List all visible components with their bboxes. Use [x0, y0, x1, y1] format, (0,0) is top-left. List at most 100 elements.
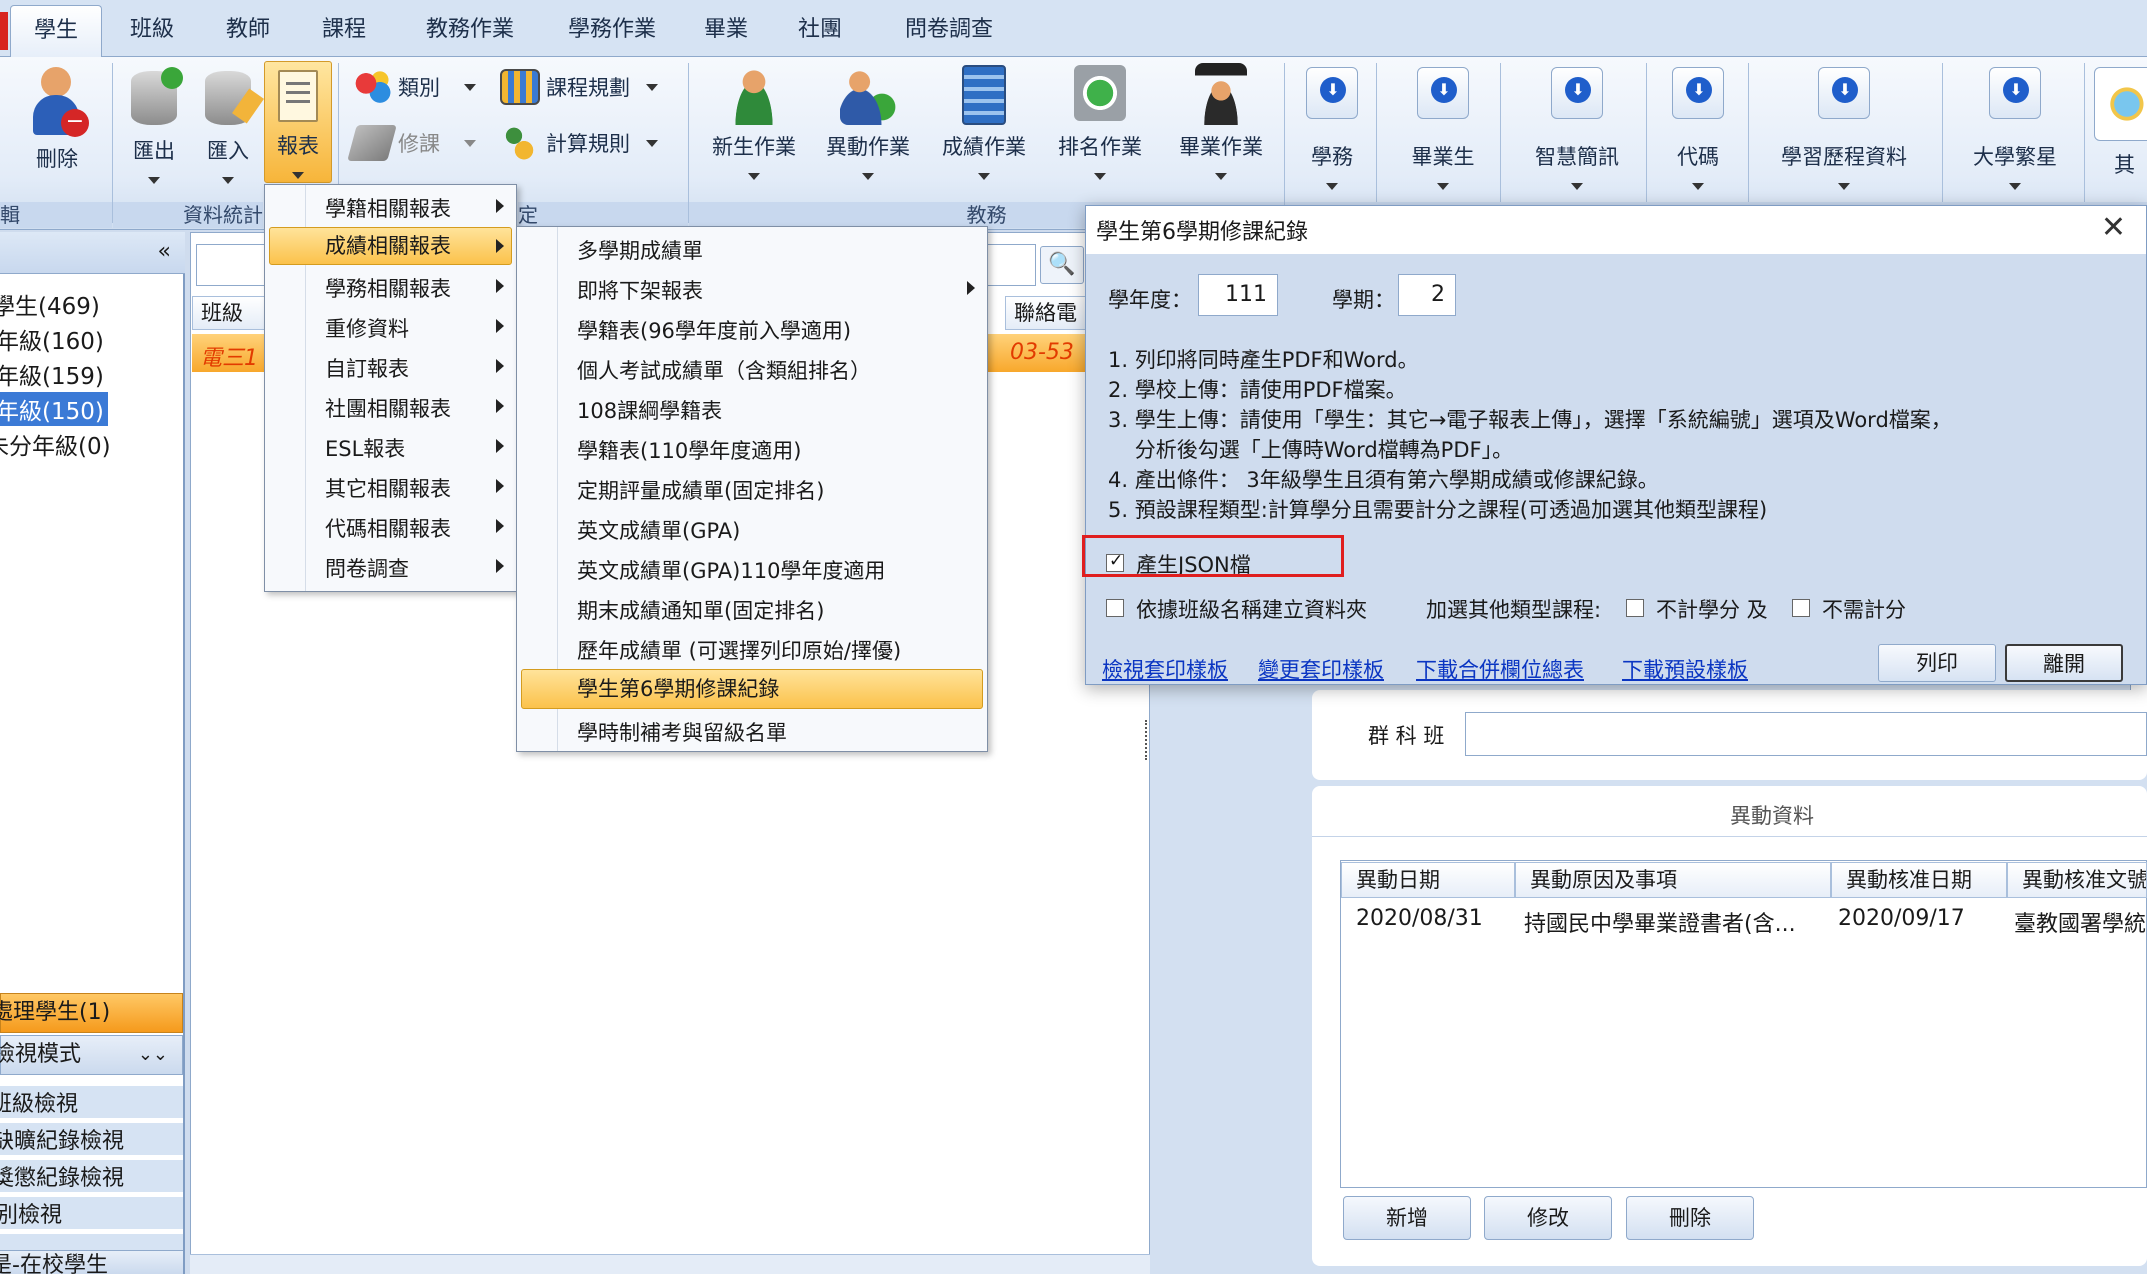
menu-item-custom-reports[interactable]: 自訂報表	[325, 353, 409, 383]
edit-button[interactable]: 修改	[1484, 1196, 1612, 1240]
menu-item-108-record[interactable]: 108課綱學籍表	[577, 395, 722, 425]
semester-input[interactable]: 2	[1398, 274, 1456, 316]
add-button[interactable]: 新增	[1343, 1196, 1471, 1240]
smart-sms-module-button[interactable]: ⬇ 智慧簡訊	[1522, 67, 1632, 195]
menu-item-code-reports[interactable]: 代碼相關報表	[325, 513, 451, 543]
folder-checkbox[interactable]	[1106, 599, 1124, 617]
tree-item-grade[interactable]: 年級(159)	[0, 357, 104, 391]
tab-academic-affairs[interactable]: 教務作業	[410, 10, 530, 50]
transfer-button[interactable]: 異動作業	[818, 65, 918, 185]
student-affairs-module-button[interactable]: ⬇ 學務	[1300, 67, 1364, 195]
chevron-down-icon	[464, 83, 476, 91]
student-status-filter[interactable]: 是-在校學生	[0, 1250, 183, 1274]
graduate-module-button[interactable]: ⬇ 畢業生	[1400, 67, 1486, 195]
edit-course-button[interactable]: 修課	[347, 125, 476, 161]
menu-item-final-notice[interactable]: 期末成績通知單(固定排名)	[577, 595, 824, 625]
splitter-handle[interactable]	[1145, 720, 1149, 760]
close-icon[interactable]: ✕	[2101, 210, 2126, 245]
tree-item-unassigned[interactable]: 未分年級(0)	[0, 427, 111, 461]
category-button[interactable]: 類別	[352, 69, 476, 105]
grid-cell-date[interactable]: 2020/08/31	[1356, 906, 1483, 931]
menu-item-english-gpa[interactable]: 英文成績單(GPA)	[577, 515, 740, 545]
menu-item-esl-reports[interactable]: ESL報表	[325, 433, 405, 463]
leave-button[interactable]: 離開	[2005, 644, 2123, 682]
report-button[interactable]: 報表	[264, 61, 332, 183]
no-score-checkbox[interactable]	[1792, 599, 1810, 617]
delete-record-button[interactable]: 刪除	[1626, 1196, 1754, 1240]
delete-button[interactable]: − 刪除	[22, 65, 92, 173]
tree-item-grade[interactable]: 年級(160)	[0, 322, 104, 356]
menu-item-affairs-reports[interactable]: 學務相關報表	[325, 273, 451, 303]
ranking-button[interactable]: 排名作業	[1050, 65, 1150, 185]
arrow-down-circle-icon: ⬇	[1306, 67, 1358, 119]
course-plan-button[interactable]: 課程規劃	[500, 69, 658, 105]
menu-item-historical-transcript[interactable]: 歷年成績單 (可選擇列印原始/擇優)	[577, 635, 901, 665]
tree-item-grade-selected[interactable]: 年級(150)	[0, 392, 108, 426]
import-button[interactable]: 匯入	[198, 71, 264, 189]
view-item-absence[interactable]: 缺曠紀錄檢視	[0, 1123, 183, 1155]
menu-item-record-pre96[interactable]: 學籍表(96學年度前入學適用)	[577, 315, 851, 345]
tab-survey[interactable]: 問卷調查	[884, 10, 1014, 50]
search-icon[interactable]: 🔍	[1040, 246, 1084, 284]
new-student-button[interactable]: 新生作業	[704, 65, 804, 185]
menu-item-retake-data[interactable]: 重修資料	[325, 313, 409, 343]
left-panel-header: «	[0, 232, 185, 274]
menu-item-record-110[interactable]: 學籍表(110學年度適用)	[577, 435, 801, 465]
tree-item-all[interactable]: 學生(469)	[0, 287, 100, 321]
tab-club[interactable]: 社團	[780, 10, 860, 50]
year-label: 學年度：	[1108, 288, 1192, 312]
export-button[interactable]: 匯出	[124, 67, 184, 189]
menu-item-enrollment-reports[interactable]: 學籍相關報表	[325, 193, 451, 223]
menu-item-personal-exam-transcript[interactable]: 個人考試成績單（含類組排名）	[577, 355, 871, 385]
tab-class[interactable]: 班級	[112, 10, 192, 50]
separator	[2084, 63, 2085, 223]
menu-item-multi-semester-transcript[interactable]: 多學期成績單	[577, 235, 703, 265]
portfolio-module-button[interactable]: ⬇ 學習歷程資料	[1764, 67, 1924, 195]
change-template-link[interactable]: 變更套印樣板	[1258, 654, 1384, 684]
grid-cell-reason[interactable]: 持國民中學畢業證書者(含...	[1524, 906, 1796, 938]
university-module-button[interactable]: ⬇ 大學繁星	[1960, 67, 2070, 195]
tab-course[interactable]: 課程	[304, 10, 384, 50]
app-orb[interactable]	[0, 12, 8, 50]
grid-header-approve-no[interactable]: 異動核准文號	[2007, 862, 2147, 898]
graduation-button[interactable]: 畢業作業	[1166, 63, 1276, 185]
pending-students-bar[interactable]: 處理學生(1)	[0, 993, 183, 1033]
search-input-right[interactable]	[986, 244, 1036, 286]
collapse-icon[interactable]: «	[158, 239, 171, 264]
menu-item-deprecated-reports[interactable]: 即將下架報表	[577, 275, 703, 305]
menu-item-grade-reports[interactable]: 成績相關報表	[269, 227, 512, 265]
horizontal-scrollbar[interactable]	[190, 1254, 1150, 1274]
grid-header-approve-date[interactable]: 異動核准日期	[1831, 862, 2007, 898]
menu-item-survey[interactable]: 問卷調查	[325, 553, 409, 583]
view-template-link[interactable]: 檢視套印樣板	[1102, 654, 1228, 684]
menu-item-periodic-transcript[interactable]: 定期評量成績單(固定排名)	[577, 475, 824, 505]
grid-cell-approve-no[interactable]: 臺教國署學統	[2014, 906, 2146, 938]
calc-rule-button[interactable]: 計算規則	[500, 125, 658, 161]
view-item-rewards[interactable]: 獎懲紀錄檢視	[0, 1160, 183, 1192]
year-input[interactable]: 111	[1198, 274, 1278, 316]
tab-teacher[interactable]: 教師	[208, 10, 288, 50]
tab-student-affairs[interactable]: 學務作業	[552, 10, 672, 50]
menu-item-other-reports[interactable]: 其它相關報表	[325, 473, 451, 503]
grid-header-date[interactable]: 異動日期	[1341, 862, 1515, 898]
grade-button[interactable]: 成績作業	[934, 65, 1034, 185]
grid-cell-approve-date[interactable]: 2020/09/17	[1838, 906, 1965, 931]
download-fields-link[interactable]: 下載合併欄位總表	[1416, 654, 1584, 684]
other-module-button[interactable]: 其	[2094, 67, 2147, 179]
dept-label: 群 科 班	[1368, 724, 1445, 748]
menu-item-makeup-retention[interactable]: 學時制補考與留級名單	[577, 717, 787, 747]
menu-item-english-gpa-110[interactable]: 英文成績單(GPA)110學年度適用	[577, 555, 885, 585]
view-item-other[interactable]: 別檢視	[0, 1197, 183, 1229]
tab-student[interactable]: 學生	[10, 5, 102, 58]
menu-item-sixth-semester-record[interactable]: 學生第6學期修課紀錄	[521, 669, 983, 709]
download-default-link[interactable]: 下載預設樣板	[1622, 654, 1748, 684]
no-credit-checkbox[interactable]	[1626, 599, 1644, 617]
menu-item-club-reports[interactable]: 社團相關報表	[325, 393, 451, 423]
grid-header-reason[interactable]: 異動原因及事項	[1515, 862, 1831, 898]
print-button[interactable]: 列印	[1878, 644, 1996, 682]
tab-graduation[interactable]: 畢業	[686, 10, 766, 50]
view-mode-header[interactable]: 檢視模式 ⌄⌄	[0, 1035, 183, 1075]
dept-input[interactable]	[1465, 712, 2147, 756]
view-item-class[interactable]: 班級檢視	[0, 1086, 183, 1118]
code-module-button[interactable]: ⬇ 代碼	[1666, 67, 1730, 195]
